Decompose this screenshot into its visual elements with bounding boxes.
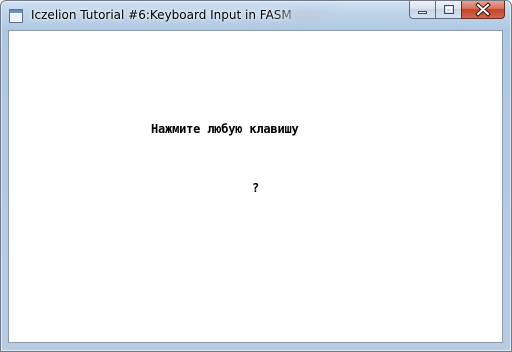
title-bar-blur xyxy=(269,9,341,21)
close-button[interactable] xyxy=(461,1,505,19)
close-icon xyxy=(475,2,491,17)
client-area[interactable]: Нажмите любую клавишу ? xyxy=(8,30,503,343)
title-bar[interactable]: Iczelion Tutorial #6:Keyboard Input in F… xyxy=(1,1,511,29)
minimize-icon xyxy=(418,11,427,14)
maximize-icon xyxy=(444,5,454,14)
application-window-icon[interactable] xyxy=(9,9,23,23)
maximize-button[interactable] xyxy=(435,1,461,19)
window-title: Iczelion Tutorial #6:Keyboard Input in F… xyxy=(31,8,292,22)
prompt-text: Нажмите любую клавишу xyxy=(151,122,299,136)
app-window: Iczelion Tutorial #6:Keyboard Input in F… xyxy=(0,0,512,352)
minimize-button[interactable] xyxy=(409,1,435,19)
caption-buttons xyxy=(409,1,505,20)
pressed-key-text: ? xyxy=(252,181,260,195)
